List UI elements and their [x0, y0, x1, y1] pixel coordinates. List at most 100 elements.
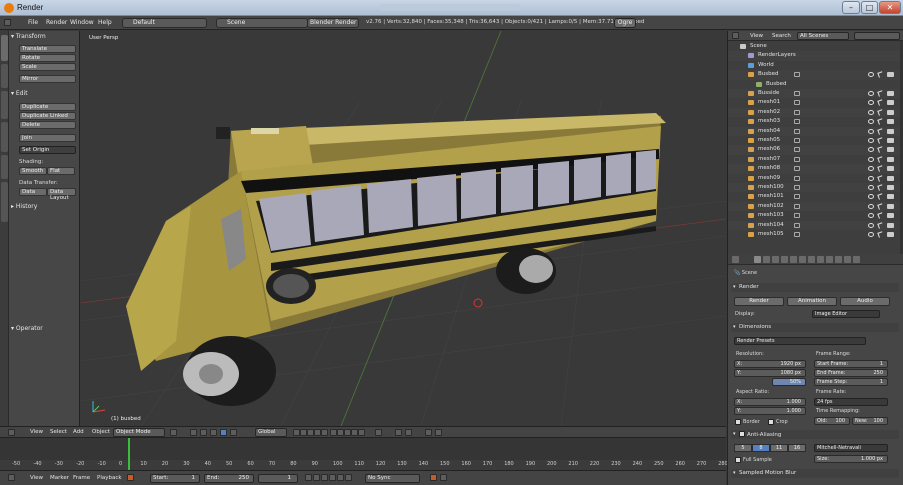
outliner-row[interactable]: mesh06 — [728, 145, 903, 155]
animation-button[interactable]: Animation — [787, 297, 837, 306]
layout-selector[interactable]: Default — [122, 18, 207, 28]
particles-tab-icon[interactable] — [844, 256, 851, 263]
visibility-eye-icon[interactable] — [868, 100, 874, 106]
selectability-arrow-icon[interactable] — [877, 221, 884, 229]
resolution-x-field[interactable]: X: 1920 px — [734, 360, 806, 368]
mode-selector[interactable]: Object Mode — [113, 428, 165, 437]
smooth-button[interactable]: Smooth — [19, 167, 47, 175]
scene-selector[interactable]: Scene — [216, 18, 308, 28]
snap-icon[interactable] — [395, 429, 402, 436]
opengl-render-icon[interactable] — [435, 429, 442, 436]
keying-set-icon[interactable] — [440, 474, 447, 481]
jump-to-start-icon[interactable] — [305, 474, 312, 481]
outliner-row[interactable]: mesh105 — [728, 230, 903, 239]
render-camera-icon[interactable] — [887, 166, 894, 172]
duplicate-linked-button[interactable]: Duplicate Linked — [19, 112, 76, 120]
anti-aliasing-checkbox[interactable] — [739, 431, 745, 437]
visibility-eye-icon[interactable] — [868, 156, 874, 162]
visibility-eye-icon[interactable] — [868, 232, 874, 237]
menu-add[interactable]: Add — [73, 429, 84, 435]
visibility-eye-icon[interactable] — [868, 128, 874, 134]
selectability-arrow-icon[interactable] — [877, 203, 884, 210]
data-tab-icon[interactable] — [817, 256, 824, 263]
start-frame-field[interactable]: Start: 1 — [150, 474, 200, 483]
outliner-row[interactable]: Busbed — [728, 70, 903, 80]
data-layout-button[interactable]: Data Layout — [47, 188, 76, 201]
tab-animation[interactable] — [1, 122, 8, 152]
play-icon[interactable] — [329, 474, 336, 481]
render-panel-header[interactable]: Render — [731, 283, 899, 292]
end-frame-field[interactable]: End: 250 — [204, 474, 254, 483]
render-camera-icon[interactable] — [887, 232, 894, 237]
timeline-menu-marker[interactable]: Marker — [50, 475, 69, 481]
translate-manipulator-icon[interactable] — [210, 429, 217, 436]
selectability-arrow-icon[interactable] — [877, 146, 884, 154]
outliner-row[interactable]: mesh09 — [728, 174, 903, 183]
aspect-x-field[interactable]: X: 1.000 — [734, 398, 806, 406]
aa-sample-option[interactable]: 16 — [788, 444, 806, 452]
visibility-eye-icon[interactable] — [868, 166, 874, 172]
mirror-button[interactable]: Mirror — [19, 75, 76, 83]
play-reverse-icon[interactable] — [321, 474, 328, 481]
3d-cursor[interactable] — [473, 298, 483, 308]
start-frame-prop-field[interactable]: Start Frame: 1 — [814, 360, 888, 368]
outliner-row[interactable]: mesh104 — [728, 220, 903, 230]
menu-render[interactable]: Render — [46, 19, 67, 26]
playhead[interactable] — [128, 438, 130, 470]
visibility-eye-icon[interactable] — [868, 194, 874, 200]
jump-to-keyframe-prev-icon[interactable] — [313, 474, 320, 481]
render-camera-icon[interactable] — [887, 194, 894, 200]
render-camera-icon[interactable] — [887, 156, 894, 162]
menu-select[interactable]: Select — [50, 429, 67, 435]
outliner-row[interactable]: mesh102 — [728, 201, 903, 212]
history-panel-header[interactable]: ▸ History — [11, 203, 37, 210]
layer-10-icon[interactable] — [358, 429, 365, 436]
selectability-arrow-icon[interactable] — [877, 184, 884, 191]
border-checkbox[interactable] — [735, 419, 741, 425]
render-camera-icon[interactable] — [887, 128, 894, 134]
timeline-menu-frame[interactable]: Frame — [73, 475, 90, 481]
audio-button[interactable]: Audio — [840, 297, 890, 306]
minimize-button[interactable]: – — [842, 1, 860, 14]
data-button[interactable]: Data — [19, 188, 47, 196]
modifiers-tab-icon[interactable] — [808, 256, 815, 263]
menu-file[interactable]: File — [28, 19, 38, 26]
visibility-eye-icon[interactable] — [868, 222, 874, 228]
menu-view[interactable]: View — [30, 429, 43, 435]
selectability-arrow-icon[interactable] — [877, 212, 884, 219]
render-button[interactable]: Render — [734, 297, 784, 306]
menu-window[interactable]: Window — [70, 19, 94, 26]
operator-panel-header[interactable]: ▾ Operator — [11, 325, 43, 332]
delete-button[interactable]: Delete — [19, 121, 76, 129]
new-remap-field[interactable]: New: 100 — [852, 417, 888, 425]
render-camera-icon[interactable] — [887, 185, 894, 190]
outliner-row[interactable]: mesh08 — [728, 164, 903, 174]
timeline-menu-playback[interactable]: Playback — [97, 475, 122, 481]
selectability-arrow-icon[interactable] — [877, 109, 884, 116]
current-frame-field[interactable]: 1 — [258, 474, 298, 483]
outliner-row[interactable]: mesh07 — [728, 155, 903, 164]
viewport-shading-icon[interactable] — [170, 429, 177, 436]
selectability-arrow-icon[interactable] — [877, 127, 884, 135]
render-camera-icon[interactable] — [887, 147, 894, 153]
outliner-row[interactable]: mesh01 — [728, 98, 903, 107]
end-frame-prop-field[interactable]: End Frame: 250 — [814, 369, 888, 377]
outliner-menu-view[interactable]: View — [750, 33, 763, 39]
viewport-scene[interactable] — [81, 31, 726, 426]
constraints-tab-icon[interactable] — [799, 256, 806, 263]
outliner-row[interactable]: World — [728, 61, 903, 70]
render-camera-icon[interactable] — [887, 91, 894, 96]
selectability-arrow-icon[interactable] — [877, 156, 884, 163]
render-engine-selector[interactable]: Blender Render — [307, 18, 359, 28]
full-sample-checkbox[interactable] — [735, 457, 741, 463]
auto-keying-icon[interactable] — [430, 474, 437, 481]
motion-blur-panel-header[interactable]: Sampled Motion Blur — [731, 469, 899, 478]
selectability-arrow-icon[interactable] — [877, 99, 884, 107]
layer-1-icon[interactable] — [293, 429, 300, 436]
render-camera-icon[interactable] — [887, 175, 894, 181]
jump-to-end-icon[interactable] — [345, 474, 352, 481]
tab-physics[interactable] — [1, 155, 8, 179]
material-tab-icon[interactable] — [826, 256, 833, 263]
outliner-row[interactable]: mesh03 — [728, 117, 903, 126]
frame-step-field[interactable]: Frame Step: 1 — [814, 378, 888, 386]
